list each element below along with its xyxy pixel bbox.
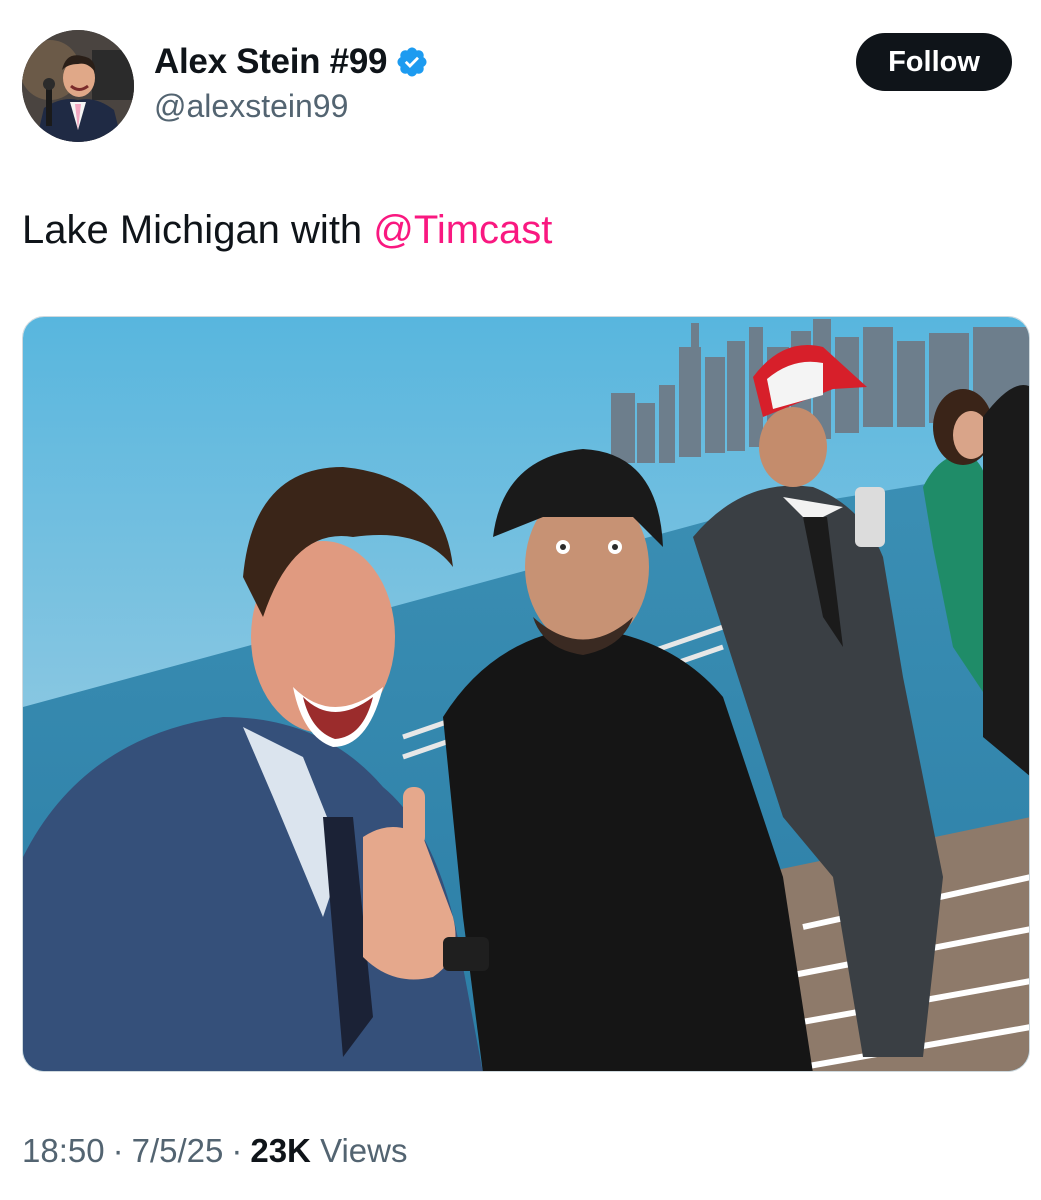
tweet-text: Lake Michigan with @Timcast — [22, 208, 552, 253]
author-names: Alex Stein #99 @alexstein99 — [154, 40, 429, 125]
display-name[interactable]: Alex Stein #99 — [154, 42, 387, 82]
meta-separator: · — [112, 1132, 124, 1169]
tweet-date[interactable]: 7/5/25 — [132, 1132, 224, 1169]
photo-image — [23, 317, 1029, 1071]
avatar[interactable] — [22, 30, 134, 142]
meta-separator: · — [231, 1132, 243, 1169]
views-label: Views — [320, 1132, 408, 1169]
verified-badge-icon — [395, 45, 429, 79]
tweet-card: Alex Stein #99 @alexstein99 Follow Lake … — [0, 0, 1041, 1200]
tweet-time[interactable]: 18:50 — [22, 1132, 105, 1169]
mention-link[interactable]: @Timcast — [373, 208, 552, 252]
author-handle[interactable]: @alexstein99 — [154, 88, 429, 125]
tweet-meta: 18:50 · 7/5/25 · 23K Views — [22, 1132, 408, 1170]
display-name-row: Alex Stein #99 — [154, 40, 429, 84]
tweet-text-body: Lake Michigan with — [22, 208, 374, 252]
tweet-header: Alex Stein #99 @alexstein99 Follow — [22, 30, 1012, 144]
follow-button[interactable]: Follow — [856, 33, 1012, 91]
tweet-photo[interactable] — [22, 316, 1030, 1072]
avatar-image — [22, 30, 134, 142]
views-count: 23K — [250, 1132, 311, 1169]
